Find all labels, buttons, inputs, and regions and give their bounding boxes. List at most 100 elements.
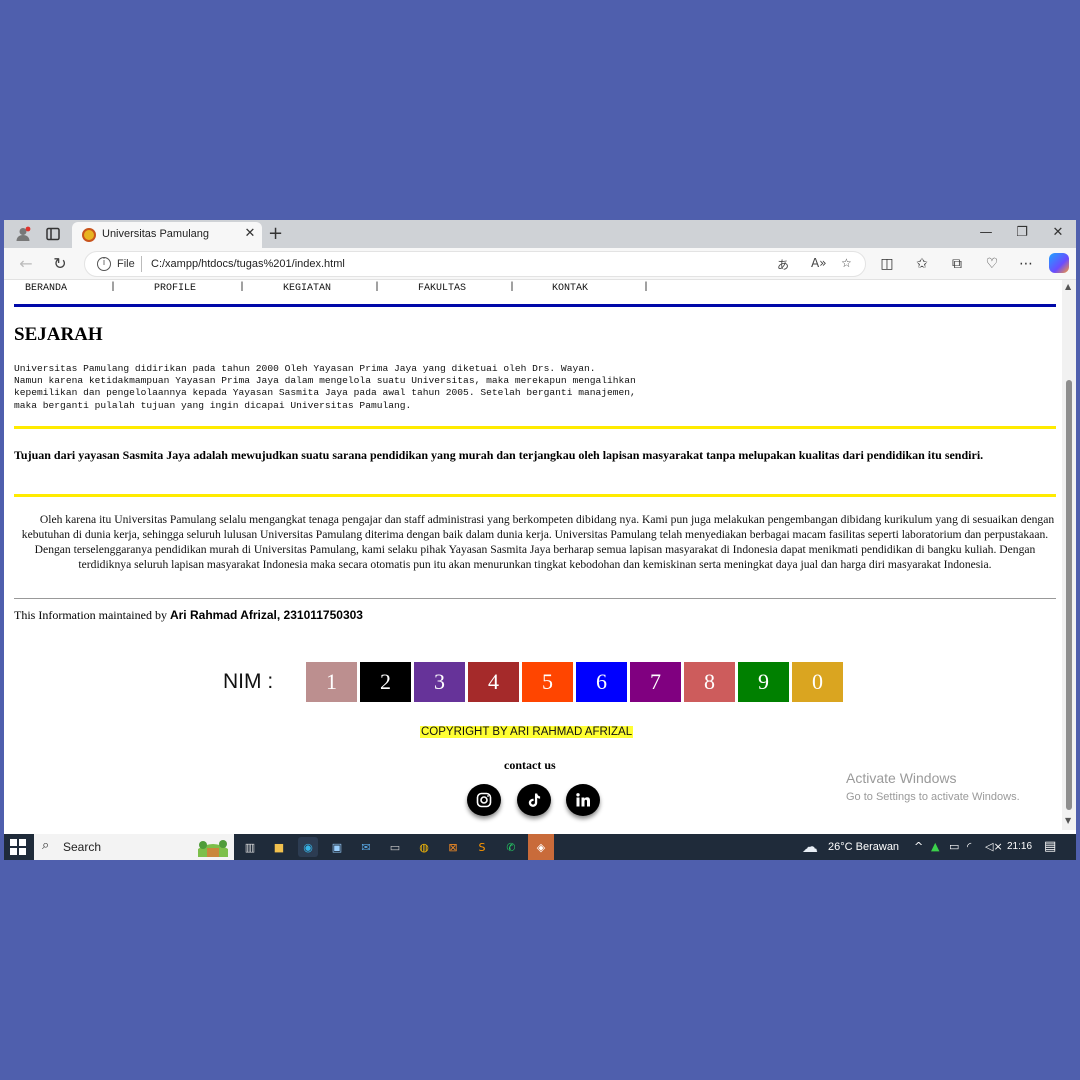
weather-status[interactable]: 26°C Berawan [828, 841, 899, 853]
nim-digits: 1 2 3 4 5 6 7 8 9 0 [306, 662, 843, 702]
copyright-text: COPYRIGHT BY ARI RAHMAD AFRIZAL [420, 726, 634, 738]
maintainer-line: This Information maintained by Ari Rahma… [14, 608, 363, 623]
minimize-icon[interactable]: — [976, 225, 996, 240]
more-menu-icon[interactable]: ⋯ [1016, 256, 1036, 272]
nav-kegiatan[interactable]: KEGIATAN [283, 283, 331, 294]
contact-heading: contact us [504, 758, 556, 772]
search-label: Search [63, 840, 102, 854]
history-text: Universitas Pamulang didirikan pada tahu… [14, 363, 636, 411]
maintainer-prefix: This Information maintained by [14, 608, 170, 622]
taskbar: ⌕ Search ▥ ■ ◉ ▣ ✉ ▭ ◍ ⊠ S ✆ ◈ ☁ 26°C Be… [4, 834, 1076, 860]
search-highlight-icon [194, 837, 232, 857]
nav-beranda[interactable]: BERANDA [25, 283, 67, 294]
tray-chevron-up-icon[interactable]: ^ [914, 840, 923, 853]
tiktok-icon[interactable] [517, 784, 551, 816]
volume-icon[interactable]: ◁× [985, 840, 1003, 853]
goal-text: Tujuan dari yayasan Sasmita Jaya adalah … [14, 448, 984, 462]
url-field[interactable]: i File C:/xampp/htdocs/tugas%201/index.h… [84, 251, 866, 277]
split-screen-icon[interactable]: ◫ [877, 256, 897, 272]
weather-cloud-icon[interactable]: ☁ [802, 837, 818, 856]
university-logo-icon [82, 228, 96, 242]
close-window-icon[interactable]: ✕ [1048, 225, 1068, 240]
edge-browser-icon[interactable]: ◉ [298, 837, 318, 857]
terminal-icon[interactable]: ▭ [385, 837, 405, 857]
linkedin-icon[interactable] [566, 784, 600, 816]
nim-digit-box: 0 [792, 662, 843, 702]
windows-start-icon[interactable] [10, 839, 26, 855]
nav-fakultas[interactable]: FAKULTAS [418, 283, 466, 294]
nav-separator: | [110, 282, 117, 293]
header-divider [14, 304, 1056, 307]
search-icon: ⌕ [42, 838, 50, 853]
nim-digit-box: 9 [738, 662, 789, 702]
activate-windows-subtitle: Go to Settings to activate Windows. [846, 791, 1020, 803]
new-tab-icon[interactable]: + [268, 223, 283, 244]
tab-universitas-pamulang[interactable]: Universitas Pamulang ✕ [72, 222, 262, 248]
nim-digit-box: 2 [360, 662, 411, 702]
nav-profile[interactable]: PROFILE [154, 283, 196, 294]
info-icon[interactable]: i [97, 257, 111, 271]
scroll-down-icon[interactable]: ▼ [1065, 816, 1071, 825]
screen: Universitas Pamulang ✕ + — ❐ ✕ ← ↻ i Fil… [4, 220, 1076, 860]
nav-separator: | [643, 282, 650, 293]
content-divider [14, 598, 1056, 599]
discord-icon[interactable]: ◈ [528, 834, 554, 860]
tab-strip: Universitas Pamulang ✕ + — ❐ ✕ [4, 220, 1076, 248]
url-text[interactable]: C:/xampp/htdocs/tugas%201/index.html [151, 258, 345, 270]
nim-digit-box: 5 [522, 662, 573, 702]
maintainer-name: Ari Rahmad Afrizal, 231011750303 [169, 608, 363, 622]
address-bar: ← ↻ i File C:/xampp/htdocs/tugas%201/ind… [4, 248, 1076, 280]
nim-digit-box: 4 [468, 662, 519, 702]
tray-app-icon[interactable]: ▲ [931, 840, 939, 853]
nim-digit-box: 6 [576, 662, 627, 702]
task-view-icon[interactable]: ▥ [240, 837, 260, 857]
mail-icon[interactable]: ✉ [356, 837, 376, 857]
favorites-icon[interactable]: ✩ [912, 256, 932, 272]
instagram-icon[interactable] [467, 784, 501, 816]
profile-icon[interactable] [12, 224, 34, 244]
restore-icon[interactable]: ❐ [1012, 225, 1032, 240]
refresh-icon[interactable]: ↻ [50, 254, 70, 273]
chrome-icon[interactable]: ◍ [414, 837, 434, 857]
nav-separator: | [239, 282, 246, 293]
nav-separator: | [374, 282, 381, 293]
battery-icon[interactable]: ▭ [949, 840, 959, 853]
xampp-icon[interactable]: ⊠ [443, 837, 463, 857]
collections-icon[interactable]: ⧉ [947, 256, 967, 272]
url-divider [141, 256, 142, 272]
nim-digit-box: 7 [630, 662, 681, 702]
page-scrollbar[interactable]: ▲ ▼ [1062, 280, 1076, 830]
file-label: File [117, 258, 135, 270]
description-paragraph: Oleh karena itu Universitas Pamulang sel… [21, 513, 1055, 571]
nav-menu: BERANDA | PROFILE | KEGIATAN | FAKULTAS … [4, 280, 1064, 302]
activate-windows-title: Activate Windows [846, 770, 957, 786]
copilot-icon[interactable] [1049, 253, 1069, 273]
notifications-icon[interactable]: ▤ [1044, 839, 1056, 854]
section-divider [14, 494, 1056, 497]
sublime-text-icon[interactable]: S [472, 837, 492, 857]
close-tab-icon[interactable]: ✕ [242, 226, 258, 241]
back-icon[interactable]: ← [16, 254, 36, 273]
read-aloud-icon[interactable]: A» [811, 256, 827, 270]
scroll-thumb[interactable] [1066, 380, 1072, 810]
web-page: BERANDA | PROFILE | KEGIATAN | FAKULTAS … [4, 280, 1076, 830]
nim-digit-box: 8 [684, 662, 735, 702]
taskbar-search[interactable]: ⌕ Search [34, 834, 234, 860]
file-explorer-icon[interactable]: ■ [269, 837, 289, 857]
nav-separator: | [509, 282, 516, 293]
tab-actions-icon[interactable] [42, 224, 64, 244]
nim-digit-box: 1 [306, 662, 357, 702]
browser-essentials-icon[interactable]: ♡ [982, 256, 1002, 272]
favorite-star-icon[interactable]: ☆ [841, 256, 852, 270]
nim-label: NIM : [223, 670, 274, 693]
section-divider [14, 426, 1056, 429]
nav-kontak[interactable]: KONTAK [552, 283, 588, 294]
whatsapp-icon[interactable]: ✆ [501, 837, 521, 857]
translate-icon[interactable]: あ [777, 256, 789, 273]
tab-title: Universitas Pamulang [102, 228, 209, 240]
scroll-up-icon[interactable]: ▲ [1065, 282, 1071, 291]
page-heading: SEJARAH [14, 324, 103, 345]
store-icon[interactable]: ▣ [327, 837, 347, 857]
wifi-icon[interactable]: ◜ [967, 840, 971, 853]
clock[interactable]: 21:16 [1007, 841, 1032, 852]
